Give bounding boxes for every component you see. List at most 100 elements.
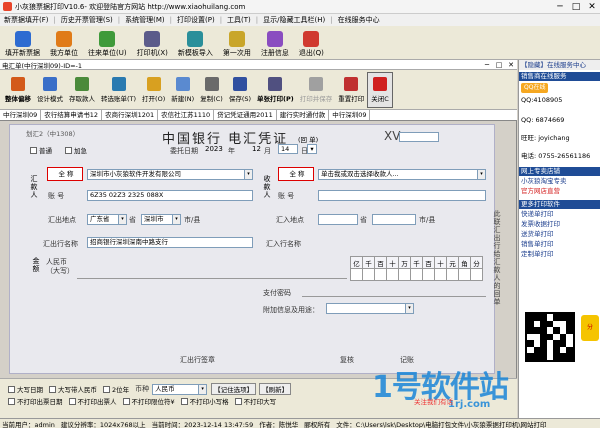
status-item: 郦权所有 [304,420,331,428]
doc-tool-button-9[interactable]: 打印并保存 [297,72,336,108]
toolbar-button-4[interactable]: 新模板导入 [173,26,218,60]
menu-online-service[interactable]: 在线服务中心 [336,15,382,25]
tab-4[interactable]: 贷记凭证通用2011 [214,110,277,120]
opt-capital-rmb[interactable]: 大写带人民币 [49,384,97,394]
more-software-link[interactable]: 定制单打印 [519,249,600,259]
payee-city-input[interactable] [372,214,416,225]
tab-0[interactable]: 中行深圳09 [0,110,42,120]
date-day[interactable]: 14 [278,144,298,154]
currency-select[interactable]: 人民币 ▾ [152,383,208,395]
menu-history[interactable]: 历史开票管理(S) [59,15,115,25]
doc-tool-button-1[interactable]: 设计模式 [34,72,66,108]
payee-name-input[interactable]: 单击我或双击选择收款人... ▾ [318,169,486,180]
amount-words-input[interactable] [77,259,347,279]
payee-province-label: 省 [360,216,367,224]
opt-no-print-small-grid[interactable]: 不打印小写格 [180,396,229,406]
city-select[interactable]: 深圳市 ▾ [141,214,181,225]
tab-2[interactable]: 农商行深圳1201 [102,110,159,120]
tab-5[interactable]: 建行实时通付款 [277,110,330,120]
menu-print-settings[interactable]: 打印设置(P) [175,15,217,25]
province-select[interactable]: 广东省 ▾ [87,214,127,225]
minimize-button[interactable]: ─ [552,1,568,13]
more-software-link[interactable]: 发票收据打印 [519,219,600,229]
tab-6[interactable]: 中行深圳09 [329,110,371,120]
doc-tool-button-7[interactable]: 保存(S) [226,72,254,108]
doc-close-button[interactable]: ✕ [505,61,517,69]
maximize-button[interactable]: □ [568,1,584,13]
refresh-button[interactable]: 【刷新】 [259,383,292,395]
toolbar-button-2[interactable]: 往来单位(U) [83,26,132,60]
more-software-link[interactable]: 销售单打印 [519,239,600,249]
pay-password-input[interactable] [302,286,486,297]
doc-tool-button-8[interactable]: 单张打印(P) [254,72,297,108]
opt-no-print-drawer[interactable]: 不打印出票人 [68,396,117,406]
phone-text: 电话: 0755-26561186 [521,152,591,160]
digit-cell[interactable] [386,268,399,281]
toolbar-button-6[interactable]: 注册信息 [256,26,294,60]
menu-tools[interactable]: 工具(T) [225,15,253,25]
menu-new-bill[interactable]: 新票据填开(F) [2,15,51,25]
toolbar-button-1[interactable]: 我方单位 [45,26,83,60]
date-dropdown-button[interactable]: ▾ [307,144,317,154]
digit-cell[interactable] [434,268,447,281]
doc-tool-button-10[interactable]: 重置打印 [335,72,367,108]
digit-cell[interactable] [446,268,459,281]
normal-option[interactable]: 普通 [30,145,52,155]
close-window-button[interactable]: ✕ [584,1,600,13]
toolbar-button-0[interactable]: 填开新票据 [0,26,45,60]
doc-tool-label: 设计模式 [37,94,63,103]
doc-tool-button-5[interactable]: 新建(N) [168,72,197,108]
opt-no-print-date[interactable]: 不打印出票日期 [8,396,63,406]
menu-toggle-toolbar[interactable]: 显示/隐藏工具栏(H) [261,15,327,25]
remember-options-button[interactable]: 【记住选项】 [211,383,257,395]
more-software-link[interactable]: 快递单打印 [519,209,600,219]
digit-cell[interactable] [410,268,423,281]
payer-name-input[interactable]: 深圳市小灰狼软件开发有限公司 ▾ [87,169,253,180]
payer-account-input[interactable]: 6Z35 02Z3 2325 088X [87,190,253,201]
doc-tool-label: 整体偏移 [5,94,31,103]
shop-official-link[interactable]: 官方网店直营 [519,186,600,196]
receive-bank-input[interactable] [318,237,486,248]
doc-tool-button-11[interactable]: 关闭C [367,71,393,108]
tab-3[interactable]: 农信社江苏1110 [158,110,215,120]
menu-system[interactable]: 系统管理(M) [123,15,167,25]
attach-info-area[interactable] [263,315,486,345]
doc-tool-button-4[interactable]: 打开(O) [139,72,168,108]
opt-2digit-year[interactable]: 2位年 [103,384,129,394]
date-month[interactable]: 12 [252,145,261,153]
new-icon [175,76,190,91]
shop-taobao-link[interactable]: 小灰狼淘宝专卖 [519,176,600,186]
remit-bank-input[interactable]: 招商银行深圳深南中路支行 [87,237,253,248]
serial-input[interactable] [399,132,439,142]
doc-tool-button-3[interactable]: 转选账单(T) [98,72,139,108]
digit-cell[interactable] [458,268,471,281]
opt-capital-date[interactable]: 大写日期 [8,384,43,394]
digit-cell[interactable] [362,268,375,281]
urgent-option[interactable]: 加急 [65,145,87,155]
toolbar-button-5[interactable]: 第一次用 [218,26,256,60]
digit-cell[interactable] [398,268,411,281]
doc-maximize-button[interactable]: □ [493,61,505,69]
digit-cell[interactable] [470,268,483,281]
payee-province-input[interactable] [318,214,358,225]
date-year[interactable]: 2023 [205,145,223,153]
toolbar-button-7[interactable]: 退出(Q) [294,26,329,60]
more-software-link[interactable]: 送货单打印 [519,229,600,239]
toolbar-button-3[interactable]: 打印机(X) [132,26,173,60]
qq-online-badge[interactable]: QQ在线 [521,83,549,93]
tab-1[interactable]: 农行结算申请书12 [41,110,103,120]
opt-no-print-yen[interactable]: 不打印限位符¥ [122,396,175,406]
opt-no-print-capital[interactable]: 不打印大写 [234,396,276,406]
side-panel-header[interactable]: 【隐藏】在线服务中心 [519,60,600,70]
digit-cell[interactable] [422,268,435,281]
attach-info-input[interactable]: ▾ [326,303,414,314]
payee-account-input[interactable] [318,190,486,201]
doc-tool-button-6[interactable]: 复制(C) [197,72,226,108]
doc-minimize-button[interactable]: ─ [481,61,493,69]
doc-tool-button-2[interactable]: 存取款人 [66,72,98,108]
document-toolbar: 整体偏移 设计模式 存取款人 转选账单(T) 打开(O) 新建(N) 复制(C) 保存(S) 单… [0,70,517,110]
doc-tool-button-0[interactable]: 整体偏移 [2,72,34,108]
digit-cell[interactable] [374,268,387,281]
digit-cell[interactable] [350,268,363,281]
toolbar-button-label: 第一次用 [222,49,251,57]
